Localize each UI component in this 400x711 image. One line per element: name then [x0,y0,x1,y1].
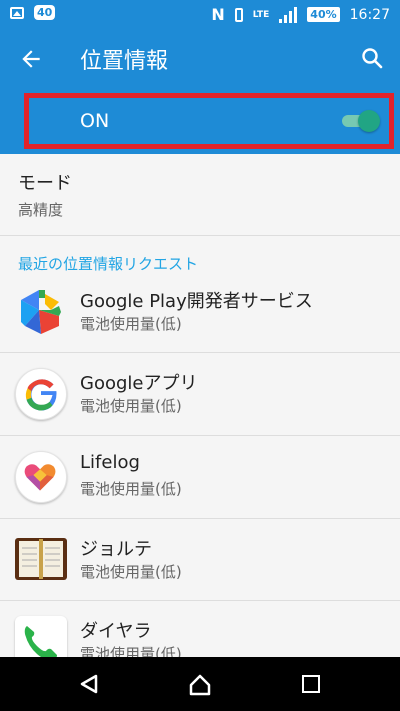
phone-dialer-icon [15,616,67,657]
notification-badge: 40 [34,5,56,20]
back-arrow-icon[interactable] [18,46,44,72]
nav-back-icon[interactable] [78,673,100,695]
list-item-lifelog[interactable]: Lifelog 電池使用量(低) [0,436,400,518]
battery-indicator: 40% [307,7,340,22]
app-name: Google Play開発者サービス [80,291,313,312]
app-battery-usage: 電池使用量(低) [80,563,182,581]
app-name: ジョルテ [80,539,152,560]
gallery-notification-icon [10,6,24,19]
app-bar: 位置情報 [0,30,400,88]
mode-title: モード [18,173,72,194]
location-toggle-switch[interactable] [342,110,380,132]
signal-icon [279,6,298,23]
navigation-bar [0,657,400,711]
mode-value: 高精度 [18,201,64,219]
search-icon[interactable] [360,46,384,70]
google-g-icon [15,368,67,420]
clock: 16:27 [349,6,390,23]
toggle-thumb [358,110,380,132]
app-battery-usage: 電池使用量(低) [80,397,182,415]
lifelog-heart-icon [15,451,67,503]
vibrate-icon [234,7,243,22]
app-battery-usage: 電池使用量(低) [80,315,182,333]
nav-recents-icon[interactable] [302,675,320,693]
list-item-google-app[interactable]: Googleアプリ 電池使用量(低) [0,353,400,435]
jorte-notebook-icon [15,538,67,580]
page-title: 位置情報 [80,49,169,74]
nav-home-icon[interactable] [188,673,212,697]
app-name: ダイヤラ [80,621,152,642]
app-name: Lifelog [80,452,140,473]
google-play-services-icon [21,290,61,334]
nfc-icon: N [211,5,225,24]
location-switch-label: ON [80,110,110,132]
list-item-jorte[interactable]: ジョルテ 電池使用量(低) [0,519,400,601]
mode-setting[interactable]: モード 高精度 [18,169,72,220]
list-item-dialer[interactable]: ダイヤラ 電池使用量(低) [0,601,400,657]
app-battery-usage: 電池使用量(低) [80,480,182,498]
location-master-switch-row[interactable]: ON [0,88,400,154]
settings-list[interactable]: モード 高精度 最近の位置情報リクエスト Google Play開発者サービス … [0,154,400,657]
divider [0,235,400,236]
app-battery-usage: 電池使用量(低) [80,645,182,657]
network-type: LTE [252,9,270,20]
list-item-google-play-services[interactable]: Google Play開発者サービス 電池使用量(低) [0,271,400,353]
app-name: Googleアプリ [80,373,198,394]
status-bar: 40 N LTE 40% 16:27 [0,0,400,30]
